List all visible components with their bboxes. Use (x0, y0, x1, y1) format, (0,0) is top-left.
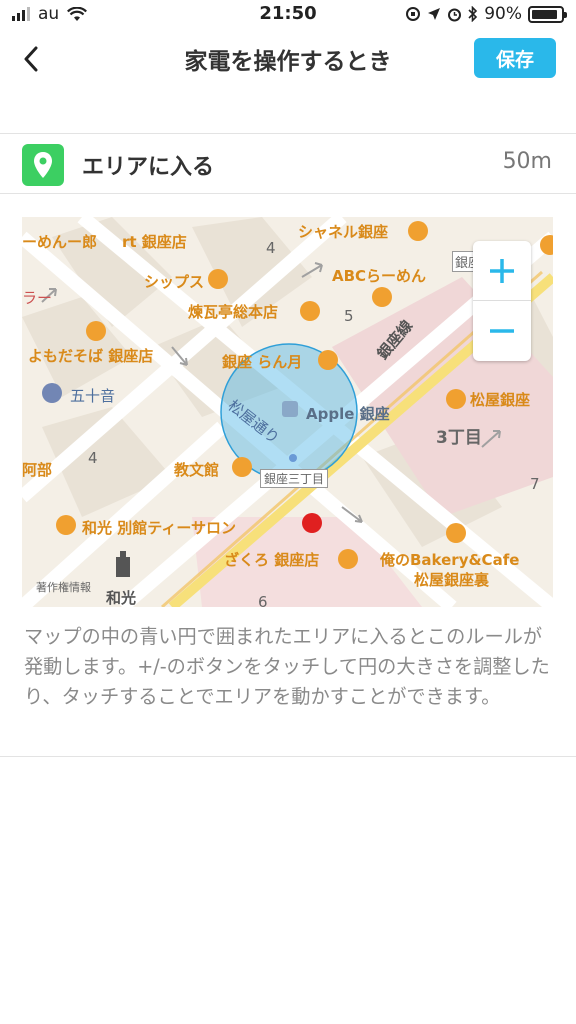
bluetooth-icon (468, 6, 478, 22)
map-label: Apple 銀座 (306, 405, 390, 423)
rotation-lock-icon (406, 7, 421, 21)
restaurant-icon[interactable] (338, 549, 358, 569)
bakery-icon[interactable] (446, 523, 466, 543)
map-label: 4 (266, 239, 276, 257)
map-label: 阿部 (22, 461, 53, 479)
restaurant-icon[interactable] (300, 301, 320, 321)
minus-icon (490, 329, 514, 333)
museum-icon[interactable] (42, 383, 62, 403)
map-label: よもだそば 銀座店 (28, 347, 154, 365)
map-label: ラー (22, 289, 53, 307)
copyright-link[interactable]: 著作権情報 (36, 579, 91, 595)
map-label: 銀座 らん月 (222, 353, 303, 371)
apple-store-icon[interactable] (282, 401, 298, 417)
restaurant-icon[interactable] (86, 321, 106, 341)
battery-icon (528, 5, 567, 23)
battery-percent: 90% (484, 4, 522, 24)
divider (0, 756, 576, 757)
shop-icon[interactable] (540, 235, 553, 255)
map-view[interactable]: ーめんー郎 rt 銀座店 シャネル銀座 銀座 シップス ABCらーめん 煉瓦亭総… (22, 217, 553, 607)
map-label: ABCらーめん (332, 267, 427, 285)
shop-icon[interactable] (408, 221, 428, 241)
location-arrow-icon (428, 8, 441, 20)
map-label: 煉瓦亭総本店 (188, 303, 279, 321)
map-label: 松屋銀座裏 (414, 571, 490, 589)
zoom-controls (473, 241, 531, 361)
trigger-label: エリアに入る (82, 155, 215, 180)
book-icon[interactable] (232, 457, 252, 477)
shop-icon[interactable] (446, 389, 466, 409)
map-label: 俺のBakery&Cafe (380, 551, 520, 569)
alarm-icon (448, 8, 462, 21)
map-label: 松屋銀座 (470, 391, 531, 409)
plus-icon (490, 258, 514, 283)
map-label: 6 (258, 593, 268, 607)
shop-icon[interactable] (208, 269, 228, 289)
battery-fill (532, 9, 558, 19)
zoom-in-button[interactable] (473, 241, 531, 301)
map-label: rt 銀座店 (122, 233, 187, 251)
restaurant-icon[interactable] (372, 287, 392, 307)
map-label: ーめんー郎 (22, 233, 98, 251)
map-label: 銀座三丁目 (260, 469, 329, 488)
map-label: ざくろ 銀座店 (224, 551, 320, 569)
status-right: 90% (405, 4, 567, 24)
trigger-radius: 50m (502, 149, 552, 174)
map-label: シャネル銀座 (298, 223, 389, 241)
shop-icon[interactable] (56, 515, 76, 535)
target-logo-icon[interactable] (302, 513, 322, 533)
rule-description: マップの中の青い円で囲まれたエリアに入るとこのルールが発動します。+/-のボタン… (24, 625, 550, 708)
map-label: 和光 (106, 589, 137, 607)
location-pin-icon (22, 144, 64, 186)
section-spacer (0, 88, 576, 134)
trigger-row[interactable]: エリアに入る 50m (0, 134, 576, 194)
zoom-out-button[interactable] (473, 301, 531, 361)
map-label: 和光 別館ティーサロン (82, 519, 237, 537)
restaurant-icon[interactable] (318, 350, 338, 370)
map-label: 五十音 (70, 387, 116, 405)
map-label: 4 (88, 449, 98, 467)
map-label: 5 (344, 307, 354, 325)
map-label: 7 (530, 475, 540, 493)
map-label: 3丁目 (436, 428, 482, 448)
map-label: シップス (144, 273, 205, 291)
status-bar: au 21:50 90% (0, 0, 576, 30)
navigation-bar: 家電を操作するとき 保存 (0, 30, 576, 88)
map-label: 教文館 (174, 461, 220, 479)
save-button[interactable]: 保存 (474, 38, 556, 78)
